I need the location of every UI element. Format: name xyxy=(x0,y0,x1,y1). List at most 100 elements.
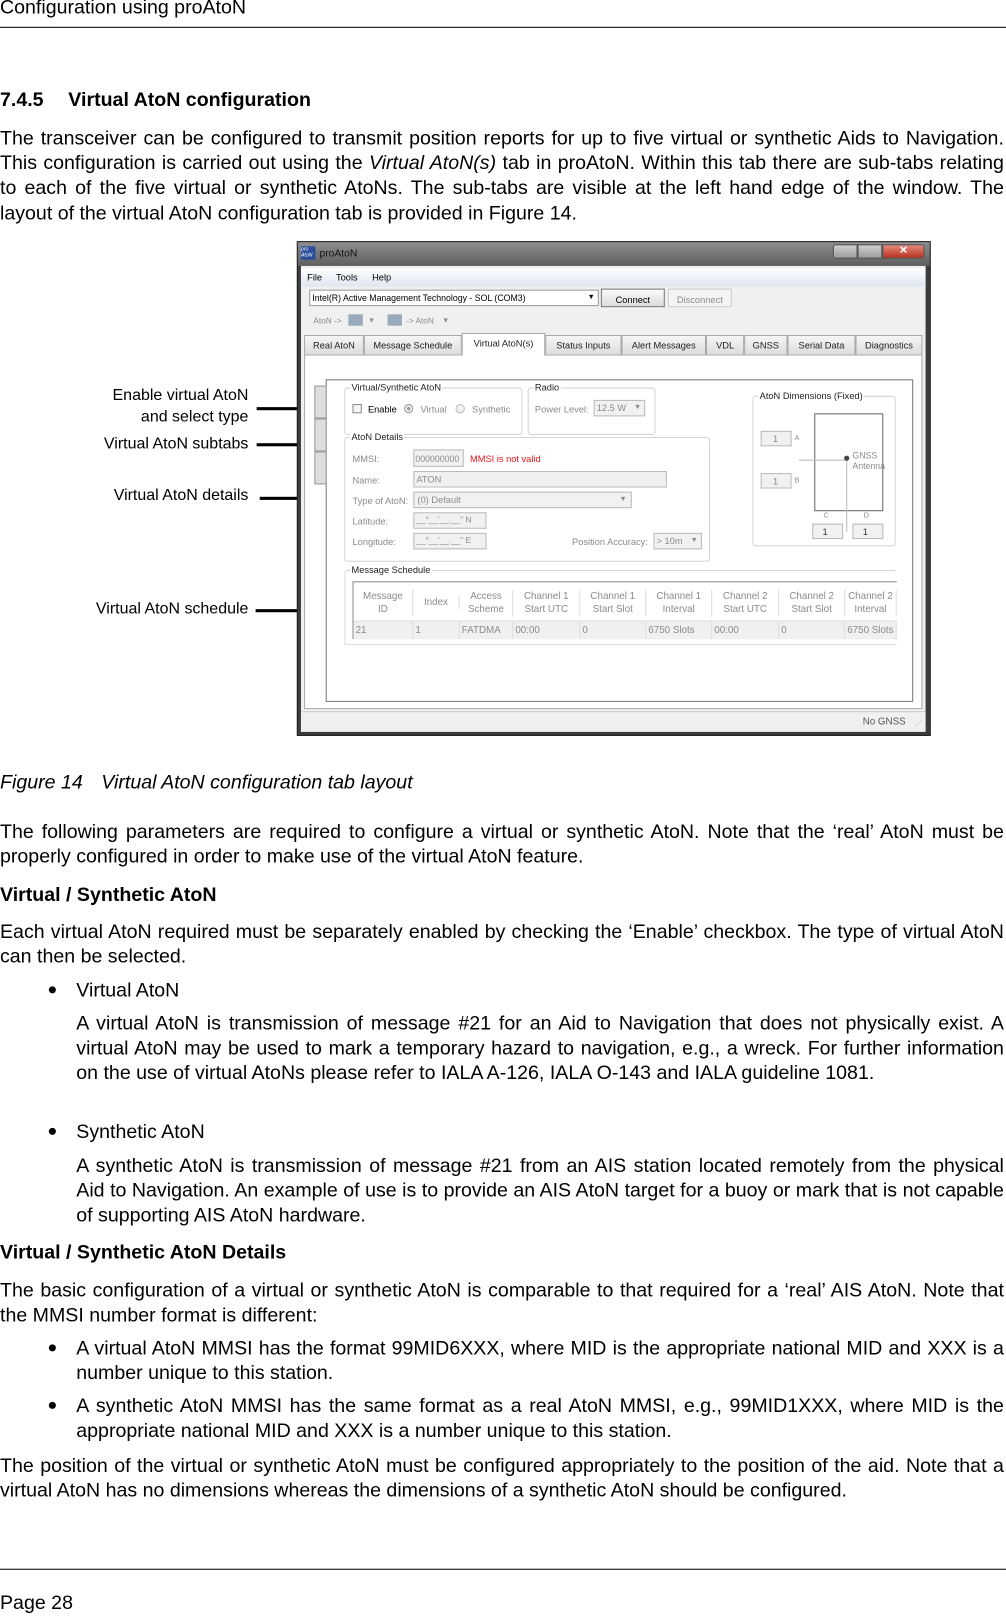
maximize-button[interactable] xyxy=(857,244,883,259)
callout-details: Virtual AtoN details xyxy=(113,486,249,505)
tab-message-schedule[interactable]: Message Schedule xyxy=(363,334,462,356)
status-bar xyxy=(300,711,926,732)
column-header[interactable]: Channel 1 Start Slot xyxy=(580,589,647,617)
bullet-icon: ● xyxy=(47,1338,58,1357)
subtab-2[interactable] xyxy=(314,418,327,452)
table-cell: 21 xyxy=(354,621,414,640)
subtab-1[interactable] xyxy=(314,385,327,419)
document-page: Configuration using proAtoN 7.4.5 Virtual… xyxy=(0,0,1006,1616)
connect-button[interactable]: Connect xyxy=(600,288,665,308)
chevron-down-icon: ▼ xyxy=(587,293,595,301)
tab-alert-messages[interactable]: Alert Messages xyxy=(621,334,707,356)
callout-enable: Enable virtual AtoN and select type xyxy=(112,386,249,426)
table-cell: 00:00 xyxy=(513,621,581,640)
column-header[interactable]: Message ID xyxy=(354,589,414,617)
paragraph: The basic configuration of a virtual or … xyxy=(0,1280,1004,1327)
mmsi-error: MMSI is not valid xyxy=(469,453,541,464)
chevron-down-icon[interactable]: ▼ xyxy=(442,315,449,327)
tab-status-inputs[interactable]: Status Inputs xyxy=(545,334,622,356)
name-label: Name: xyxy=(352,475,380,486)
menu-tools[interactable]: Tools xyxy=(336,271,358,283)
resize-grip-icon[interactable]: ⋰ xyxy=(915,718,922,730)
port-select[interactable]: Intel(R) Active Management Technology - … xyxy=(309,289,599,307)
callout-schedule: Virtual AtoN schedule xyxy=(95,599,249,618)
mmsi-input[interactable]: 000000000 xyxy=(413,449,464,467)
chevron-down-icon[interactable]: ▼ xyxy=(368,315,375,327)
dimension-line xyxy=(798,459,848,461)
dim-d-spinner[interactable]: 1 xyxy=(852,523,884,540)
name-input[interactable]: ATON xyxy=(413,471,667,488)
tab-real-aton[interactable]: Real AtoN xyxy=(304,334,364,356)
list-item: A synthetic AtoN MMSI has the same forma… xyxy=(76,1395,1004,1443)
disconnect-button[interactable]: Disconnect xyxy=(667,288,732,308)
mmsi-label: MMSI: xyxy=(352,453,380,464)
bullet-icon: ● xyxy=(47,1396,58,1415)
table-cell: FATDMA xyxy=(460,621,514,640)
tab-virtual-atons[interactable]: Virtual AtoN(s) xyxy=(461,332,546,357)
power-level-label: Power Level: xyxy=(534,404,589,415)
column-header[interactable]: Access Scheme xyxy=(460,589,514,617)
page-number: Page 28 xyxy=(0,1592,73,1615)
dim-c-spinner[interactable]: 1 xyxy=(812,523,844,540)
enable-label: Enable xyxy=(367,404,397,415)
column-header[interactable]: Channel 2 Start UTC xyxy=(712,589,780,617)
table-cell: 0 xyxy=(779,621,846,640)
column-header[interactable]: Channel 1 Interval xyxy=(646,589,713,617)
table-cell: 1 xyxy=(413,621,460,640)
enable-checkbox[interactable] xyxy=(352,404,362,414)
chevron-down-icon: ▼ xyxy=(690,536,698,545)
subheading: Virtual / Synthetic AtoN xyxy=(0,884,217,906)
longitude-input[interactable]: __°__'__.__" E xyxy=(413,532,487,550)
table-cell: 6750 Slots xyxy=(845,621,897,640)
position-accuracy-select[interactable]: > 10m ▼ xyxy=(653,532,702,550)
section-heading: 7.4.5 Virtual AtoN configuration xyxy=(0,89,311,114)
write-to-aton-button[interactable]: -> AtoN xyxy=(406,315,434,327)
latitude-input[interactable]: __°__'__.__" N xyxy=(413,512,487,529)
close-button[interactable]: ✕ xyxy=(882,244,925,259)
table-cell: 6750 Slots xyxy=(646,621,713,640)
figure-caption: Figure 14 Virtual AtoN configuration tab … xyxy=(0,771,413,794)
window-title: proAtoN xyxy=(319,248,358,260)
synthetic-label: Synthetic xyxy=(472,404,511,415)
table-cell: 00:00 xyxy=(712,621,780,640)
app-logo: pro AtoN xyxy=(300,246,316,260)
column-header[interactable]: Channel 2 Interval xyxy=(845,589,897,617)
header-rule xyxy=(0,26,1006,28)
type-of-aton-select[interactable]: (0) Default ▼ xyxy=(413,491,632,509)
dimension-line xyxy=(846,459,848,532)
minimize-button[interactable] xyxy=(832,244,858,259)
paragraph: The following parameters are required to… xyxy=(0,821,1004,869)
dim-c-label: C xyxy=(823,512,829,520)
menu-bar xyxy=(300,267,926,287)
section-title: Virtual AtoN configuration xyxy=(68,89,311,112)
tab-vdl[interactable]: VDL xyxy=(706,334,745,356)
bullet-title: Virtual AtoN xyxy=(76,980,180,1002)
running-header: Configuration using proAtoN xyxy=(0,0,247,19)
read-from-aton-button[interactable]: AtoN -> xyxy=(313,315,341,327)
column-header[interactable]: Channel 2 Start Slot xyxy=(779,589,846,617)
chevron-down-icon: ▼ xyxy=(633,404,642,412)
tab-serial-data[interactable]: Serial Data xyxy=(787,334,856,356)
virtual-label: Virtual xyxy=(420,404,447,415)
paragraph: Each virtual AtoN required must be separ… xyxy=(0,921,1004,969)
bullet-title: Synthetic AtoN xyxy=(76,1121,205,1144)
bullet-icon: ● xyxy=(47,981,58,999)
gnss-status: No GNSS xyxy=(862,716,906,728)
dim-a-label: A xyxy=(794,434,800,443)
menu-help[interactable]: Help xyxy=(372,271,391,283)
synthetic-radio[interactable] xyxy=(455,404,465,414)
virtual-radio[interactable] xyxy=(404,404,414,414)
column-header[interactable]: Index xyxy=(413,595,460,610)
column-header[interactable]: Channel 1 Start UTC xyxy=(513,589,581,617)
subtab-3[interactable] xyxy=(314,451,327,485)
dim-a-spinner[interactable]: 1 xyxy=(760,430,792,447)
computer-icon xyxy=(348,314,363,326)
type-of-aton-label: Type of AtoN: xyxy=(352,495,409,507)
power-level-select[interactable]: 12.5 W ▼ xyxy=(593,399,646,417)
menu-file[interactable]: File xyxy=(307,271,322,283)
tab-diagnostics[interactable]: Diagnostics xyxy=(855,334,923,356)
section-number: 7.4.5 xyxy=(0,89,44,112)
dim-b-spinner[interactable]: 1 xyxy=(760,473,792,489)
callout-subtabs: Virtual AtoN subtabs xyxy=(103,434,249,453)
tab-gnss[interactable]: GNSS xyxy=(744,334,788,356)
